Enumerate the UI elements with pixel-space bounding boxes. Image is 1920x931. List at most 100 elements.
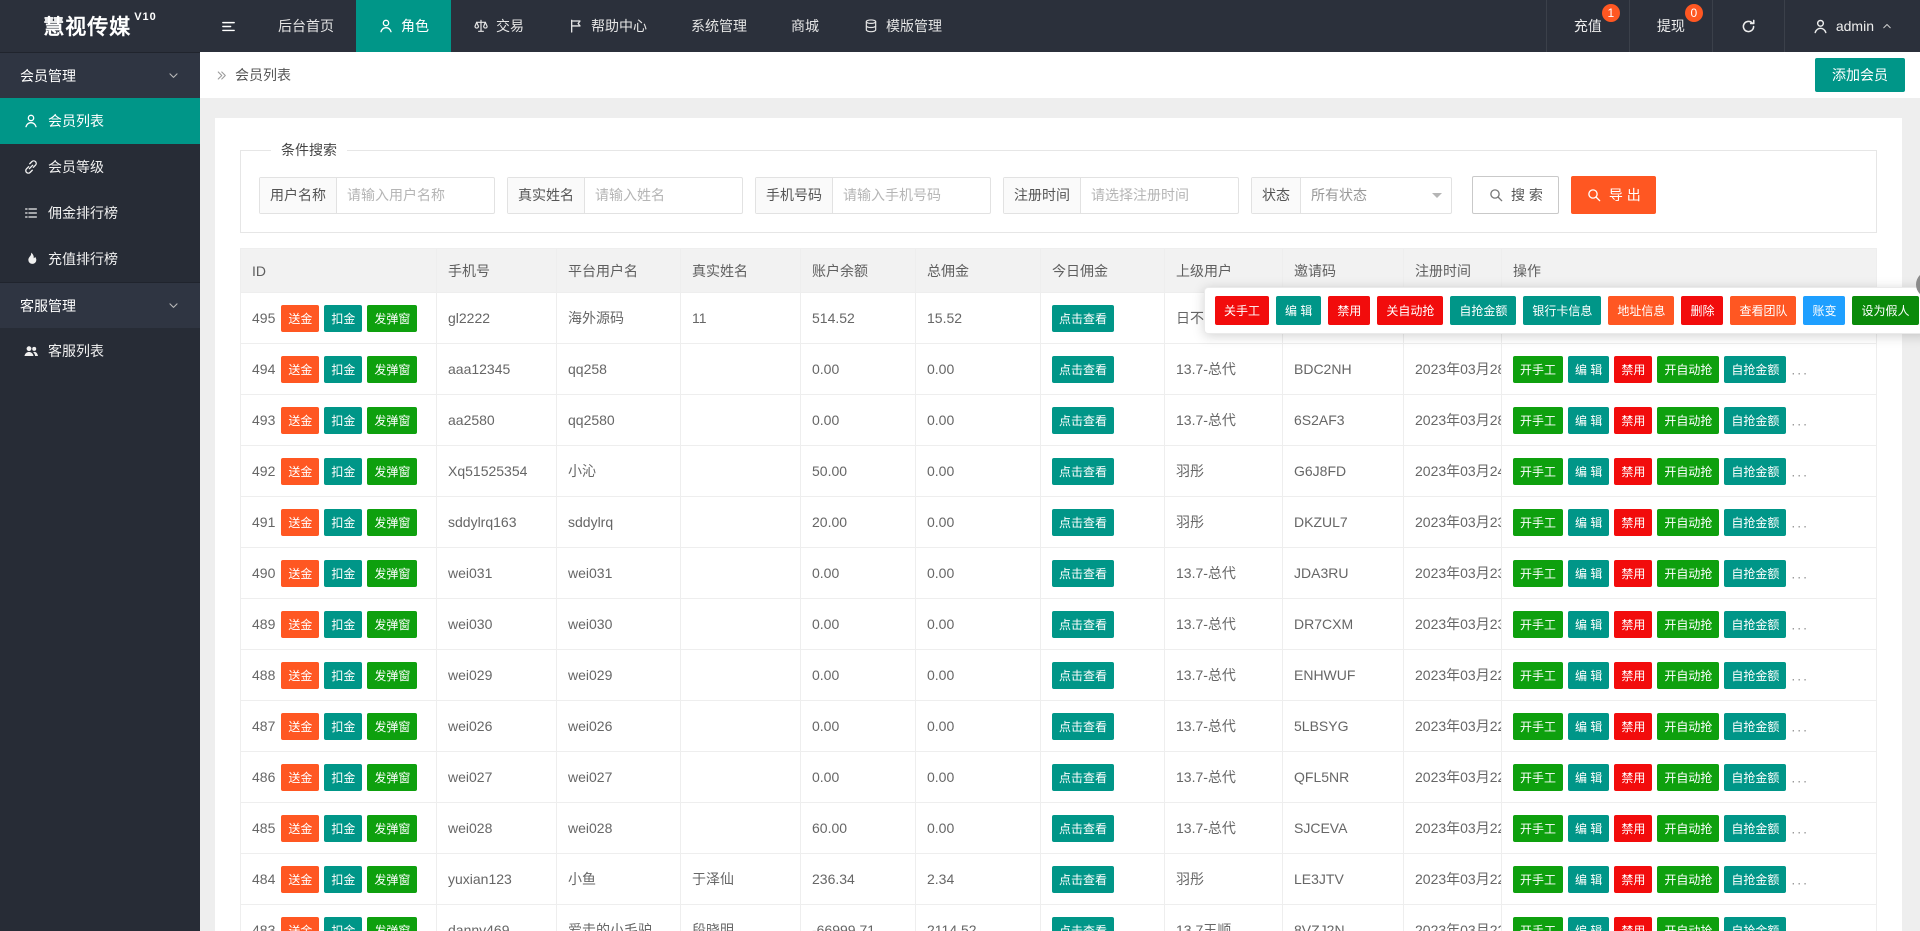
send-popup-button[interactable]: 发弹窗 xyxy=(367,815,417,842)
open-auto-grab-button[interactable]: 开自动抢 xyxy=(1657,407,1719,434)
self-grab-amount-button[interactable]: 自抢金额 xyxy=(1724,560,1786,587)
edit-button[interactable]: 编 辑 xyxy=(1568,611,1609,638)
view-today-commission-button[interactable]: 点击查看 xyxy=(1052,917,1114,931)
close-manual-button[interactable]: 关手工 xyxy=(1215,296,1269,325)
nav-item-7[interactable]: 模版管理 xyxy=(841,0,964,52)
self-grab-amount-button[interactable]: 自抢金额 xyxy=(1724,917,1786,931)
sidebar-toggle-button[interactable] xyxy=(200,0,256,52)
more-actions-button[interactable]: ... xyxy=(1791,514,1809,530)
view-today-commission-button[interactable]: 点击查看 xyxy=(1052,662,1114,689)
status-select[interactable]: 所有状态 xyxy=(1301,178,1451,213)
disable-button[interactable]: 禁用 xyxy=(1614,866,1652,893)
open-auto-grab-button[interactable]: 开自动抢 xyxy=(1657,611,1719,638)
edit-button[interactable]: 编 辑 xyxy=(1568,917,1609,931)
send-popup-button[interactable]: 发弹窗 xyxy=(367,713,417,740)
view-today-commission-button[interactable]: 点击查看 xyxy=(1052,866,1114,893)
deduct-gold-button[interactable]: 扣金 xyxy=(324,764,362,791)
open-auto-grab-button[interactable]: 开自动抢 xyxy=(1657,713,1719,740)
give-gold-button[interactable]: 送金 xyxy=(281,560,319,587)
more-actions-button[interactable]: ... xyxy=(1791,769,1809,785)
deduct-gold-button[interactable]: 扣金 xyxy=(324,815,362,842)
deduct-gold-button[interactable]: 扣金 xyxy=(324,356,362,383)
disable-button[interactable]: 禁用 xyxy=(1614,713,1652,740)
send-popup-button[interactable]: 发弹窗 xyxy=(367,407,417,434)
open-manual-button[interactable]: 开手工 xyxy=(1513,917,1563,931)
give-gold-button[interactable]: 送金 xyxy=(281,611,319,638)
self-grab-amount-button[interactable]: 自抢金额 xyxy=(1724,509,1786,536)
nav-item-1[interactable]: 后台首页 xyxy=(256,0,356,52)
send-popup-button[interactable]: 发弹窗 xyxy=(367,917,417,931)
give-gold-button[interactable]: 送金 xyxy=(281,356,319,383)
deduct-gold-button[interactable]: 扣金 xyxy=(324,509,362,536)
realname-input[interactable] xyxy=(585,178,742,213)
edit-button[interactable]: 编 辑 xyxy=(1568,866,1609,893)
recharge-menu-item[interactable]: 充值 1 xyxy=(1546,0,1629,52)
open-manual-button[interactable]: 开手工 xyxy=(1513,560,1563,587)
send-popup-button[interactable]: 发弹窗 xyxy=(367,764,417,791)
bank-card-info-button[interactable]: 银行卡信息 xyxy=(1523,296,1601,325)
deduct-gold-button[interactable]: 扣金 xyxy=(324,662,362,689)
view-today-commission-button[interactable]: 点击查看 xyxy=(1052,509,1114,536)
send-popup-button[interactable]: 发弹窗 xyxy=(367,560,417,587)
sidebar-section-header-2[interactable]: 客服管理 xyxy=(0,282,200,328)
send-popup-button[interactable]: 发弹窗 xyxy=(367,356,417,383)
sidebar-item-客服列表[interactable]: 客服列表 xyxy=(0,328,200,374)
open-manual-button[interactable]: 开手工 xyxy=(1513,662,1563,689)
nav-item-2[interactable]: 角色 xyxy=(356,0,451,52)
self-grab-amount-button[interactable]: 自抢金额 xyxy=(1724,662,1786,689)
deduct-gold-button[interactable]: 扣金 xyxy=(324,713,362,740)
self-grab-amount-button[interactable]: 自抢金额 xyxy=(1724,611,1786,638)
open-auto-grab-button[interactable]: 开自动抢 xyxy=(1657,764,1719,791)
deduct-gold-button[interactable]: 扣金 xyxy=(324,458,362,485)
withdraw-menu-item[interactable]: 提现 0 xyxy=(1629,0,1712,52)
disable-button[interactable]: 禁用 xyxy=(1614,407,1652,434)
edit-button[interactable]: 编 辑 xyxy=(1568,662,1609,689)
open-auto-grab-button[interactable]: 开自动抢 xyxy=(1657,509,1719,536)
open-manual-button[interactable]: 开手工 xyxy=(1513,866,1563,893)
deduct-gold-button[interactable]: 扣金 xyxy=(324,917,362,931)
address-info-button[interactable]: 地址信息 xyxy=(1608,296,1674,325)
edit-button[interactable]: 编 辑 xyxy=(1276,296,1321,325)
phone-input[interactable] xyxy=(833,178,990,213)
self-grab-amount-button[interactable]: 自抢金额 xyxy=(1724,356,1786,383)
edit-button[interactable]: 编 辑 xyxy=(1568,815,1609,842)
open-auto-grab-button[interactable]: 开自动抢 xyxy=(1657,815,1719,842)
register-time-input[interactable] xyxy=(1081,178,1238,213)
self-grab-amount-button[interactable]: 自抢金额 xyxy=(1724,815,1786,842)
open-auto-grab-button[interactable]: 开自动抢 xyxy=(1657,560,1719,587)
open-auto-grab-button[interactable]: 开自动抢 xyxy=(1657,356,1719,383)
self-grab-amount-button[interactable]: 自抢金额 xyxy=(1724,458,1786,485)
delete-button[interactable]: 删除 xyxy=(1681,296,1723,325)
give-gold-button[interactable]: 送金 xyxy=(281,866,319,893)
nav-item-5[interactable]: 系统管理 xyxy=(669,0,769,52)
disable-button[interactable]: 禁用 xyxy=(1614,917,1652,931)
view-today-commission-button[interactable]: 点击查看 xyxy=(1052,356,1114,383)
user-menu[interactable]: admin xyxy=(1784,0,1920,52)
edit-button[interactable]: 编 辑 xyxy=(1568,764,1609,791)
edit-button[interactable]: 编 辑 xyxy=(1568,458,1609,485)
nav-item-3[interactable]: 交易 xyxy=(451,0,546,52)
open-manual-button[interactable]: 开手工 xyxy=(1513,458,1563,485)
view-team-button[interactable]: 查看团队 xyxy=(1730,296,1796,325)
view-today-commission-button[interactable]: 点击查看 xyxy=(1052,611,1114,638)
search-button[interactable]: 搜 索 xyxy=(1472,176,1559,214)
give-gold-button[interactable]: 送金 xyxy=(281,713,319,740)
more-actions-button[interactable]: ... xyxy=(1791,922,1809,931)
set-fake-user-button[interactable]: 设为假人 xyxy=(1852,296,1918,325)
close-auto-grab-button[interactable]: 关自动抢 xyxy=(1377,296,1443,325)
give-gold-button[interactable]: 送金 xyxy=(281,458,319,485)
refresh-button[interactable] xyxy=(1712,0,1784,52)
view-today-commission-button[interactable]: 点击查看 xyxy=(1052,407,1114,434)
disable-button[interactable]: 禁用 xyxy=(1328,296,1370,325)
deduct-gold-button[interactable]: 扣金 xyxy=(324,407,362,434)
open-manual-button[interactable]: 开手工 xyxy=(1513,713,1563,740)
open-auto-grab-button[interactable]: 开自动抢 xyxy=(1657,917,1719,931)
disable-button[interactable]: 禁用 xyxy=(1614,662,1652,689)
more-actions-button[interactable]: ... xyxy=(1791,718,1809,734)
view-today-commission-button[interactable]: 点击查看 xyxy=(1052,560,1114,587)
self-grab-amount-button[interactable]: 自抢金额 xyxy=(1724,713,1786,740)
edit-button[interactable]: 编 辑 xyxy=(1568,407,1609,434)
send-popup-button[interactable]: 发弹窗 xyxy=(367,866,417,893)
disable-button[interactable]: 禁用 xyxy=(1614,611,1652,638)
more-actions-button[interactable]: ... xyxy=(1791,565,1809,581)
